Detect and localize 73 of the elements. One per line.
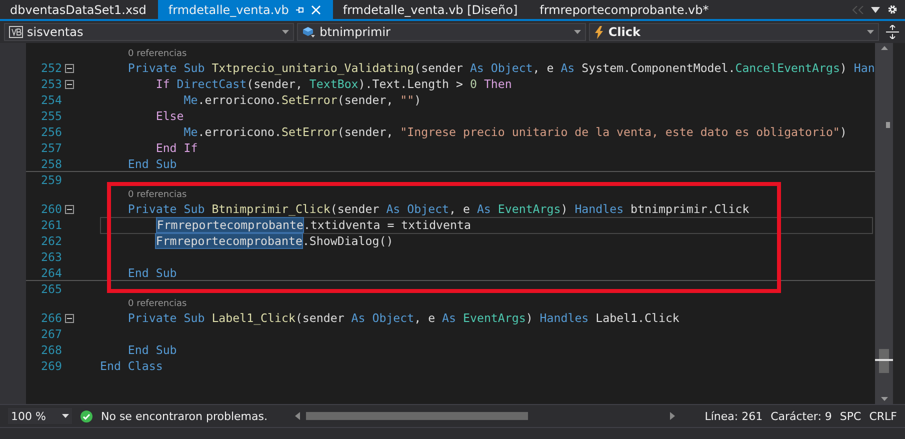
file-tab[interactable]: frmdetalle_venta.vb [Diseño] [332, 0, 530, 19]
line-number: 252 [40, 61, 62, 75]
scroll-up-icon[interactable] [880, 46, 888, 50]
whitespace-indicator[interactable]: SPC [840, 410, 862, 422]
code-line: Me.erroricono.SetError(sender, "Ingrese precio unitario de la venta, este dato es obligatorio") [182, 125, 847, 139]
dropdown-icon[interactable] [871, 6, 880, 12]
line-number: 256 [40, 125, 62, 139]
line-number: 258 [40, 156, 62, 170]
line-number: 261 [40, 218, 62, 232]
code-line: End Sub [126, 343, 177, 357]
split-icon[interactable] [886, 25, 900, 39]
line-number: 268 [40, 343, 62, 357]
zoom-dropdown[interactable]: 100 % [8, 408, 72, 424]
collapse-icon[interactable] [65, 64, 74, 72]
project-dropdown[interactable]: sisventas [4, 23, 294, 41]
pin-icon[interactable] [294, 4, 305, 14]
code-line: End If [154, 141, 198, 155]
line-indicator[interactable]: Línea: 261 [704, 410, 763, 422]
line-number: 260 [40, 202, 62, 216]
line-ending-indicator[interactable]: CRLF [869, 410, 897, 422]
code-line: Frmreportecomprobante.txtidventa = txtidventa [156, 218, 471, 232]
code-line: Private Sub Btnimprimir_Click(sender As Object, e As EventArgs) Handles btnimprimir.Click [126, 202, 750, 216]
collapse-icon[interactable] [65, 80, 74, 88]
code-line: Private Sub Txtprecio_unitario_Validating(sender As Object, e As System.ComponentModel.CancelEventArgs) Han [126, 61, 875, 75]
code-line: If DirectCast(sender, TextBox).Text.Length > 0 Then [154, 77, 512, 91]
scroll-right-icon[interactable] [670, 412, 675, 420]
vb-file-icon [9, 26, 23, 38]
file-tab[interactable]: frmdetalle_venta.vb [158, 0, 333, 19]
line-number: 257 [40, 141, 62, 155]
event-dropdown[interactable]: Click [589, 23, 880, 41]
vertical-scrollbar[interactable] [875, 43, 893, 404]
code-line: Me.erroricono.SetError(sender, "") [182, 93, 422, 107]
code-line: End Sub [126, 266, 177, 280]
code-line: Else [154, 109, 184, 123]
line-number: 264 [40, 266, 62, 280]
file-tab[interactable]: frmreportecomprobante.vb* [530, 0, 721, 19]
line-number: 259 [40, 173, 62, 187]
code-line: End Class [100, 359, 163, 373]
cube-icon [302, 26, 316, 38]
code-line: Frmreportecomprobante.ShowDialog() [154, 234, 394, 248]
scroll-down-icon[interactable] [880, 397, 888, 401]
line-number: 269 [40, 359, 62, 373]
reference-count[interactable]: 0 referencias [128, 48, 187, 58]
caret-icon [574, 30, 582, 34]
column-indicator[interactable]: Carácter: 9 [770, 410, 832, 422]
reference-count[interactable]: 0 referencias [128, 298, 187, 308]
scrollbar-thumb[interactable] [879, 349, 889, 373]
line-number: 255 [40, 109, 62, 123]
collapse-icon[interactable] [65, 204, 74, 214]
line-number: 253 [40, 77, 62, 91]
caret-icon [867, 30, 874, 34]
line-number: 263 [40, 250, 62, 264]
code-line: End Sub [126, 156, 177, 170]
check-icon [80, 410, 93, 422]
line-number: 265 [40, 282, 62, 296]
line-number: 254 [40, 93, 62, 107]
lightning-icon [594, 26, 604, 38]
problems-status[interactable]: No se encontraron problemas. [101, 410, 268, 422]
line-number: 266 [40, 311, 62, 325]
scroll-left-icon[interactable] [295, 412, 300, 420]
caret-icon [282, 30, 289, 34]
settings-icon[interactable] [887, 4, 898, 15]
object-dropdown[interactable]: btnimprimir [296, 23, 586, 41]
scrollbar-thumb[interactable] [306, 412, 528, 420]
collapse-icon[interactable] [65, 314, 74, 322]
code-line: Private Sub Label1_Click(sender As Object, e As EventArgs) Handles Label1.Click [126, 311, 680, 325]
close-icon[interactable] [310, 4, 321, 14]
file-tab[interactable]: dbventasDataSet1.xsd [0, 0, 158, 19]
reference-count[interactable]: 0 referencias [128, 190, 187, 200]
line-number: 262 [40, 234, 62, 248]
caret-icon [62, 414, 69, 418]
horizontal-scrollbar[interactable] [295, 412, 675, 420]
line-number: 267 [40, 327, 62, 341]
